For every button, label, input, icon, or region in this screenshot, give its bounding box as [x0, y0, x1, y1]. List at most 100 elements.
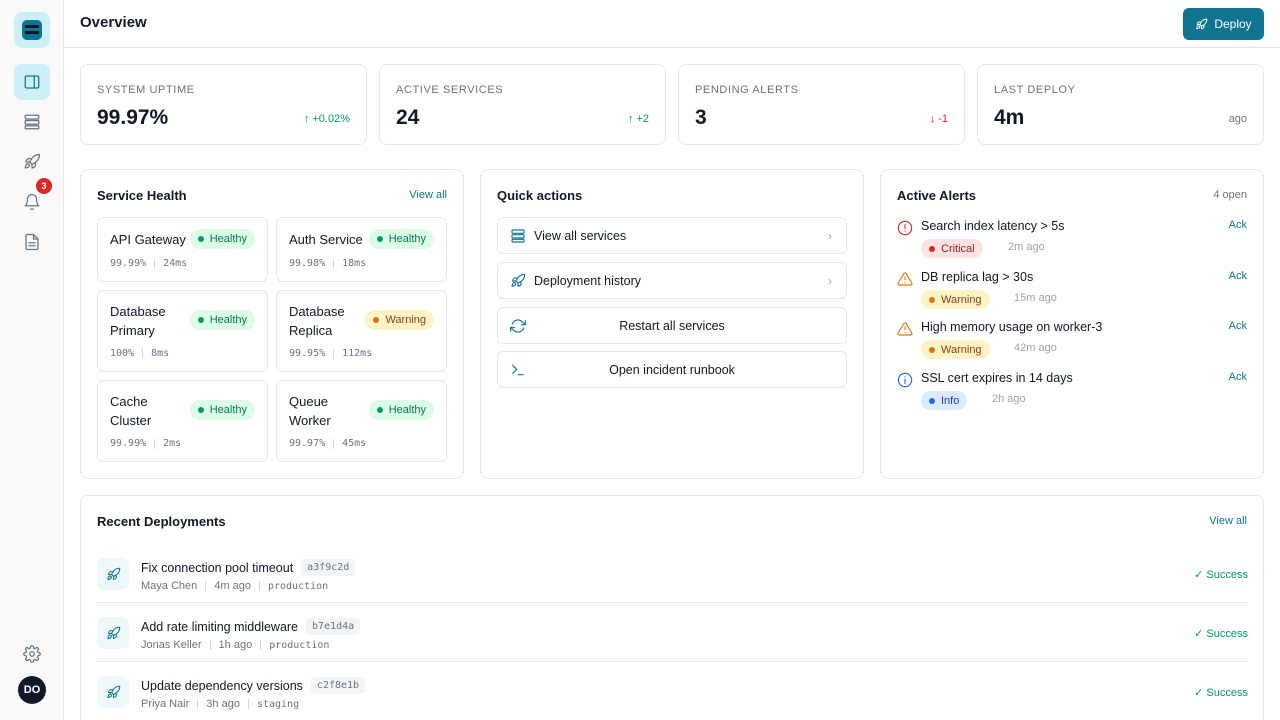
- nav-docs[interactable]: [14, 224, 50, 260]
- service-metrics: 99.97% 45ms: [289, 438, 367, 449]
- alert-item: DB replica lag > 30s Warning 15m ago Ack: [897, 270, 1247, 314]
- ack-button[interactable]: Ack: [1229, 219, 1247, 231]
- stat-delta: ↑ +0.02%: [303, 113, 350, 125]
- sidebar: 3 DO: [0, 0, 64, 720]
- ack-button[interactable]: Ack: [1229, 371, 1247, 383]
- deployment-title: Update dependency versions c2f8e1b: [141, 677, 366, 694]
- alert-title: SSL cert expires in 14 days: [921, 371, 1073, 385]
- deploy-button-label: Deploy: [1214, 17, 1252, 31]
- rocket-icon: [106, 685, 120, 698]
- notification-badge: 3: [36, 178, 52, 194]
- alert-time: 2h ago: [992, 393, 1026, 405]
- commit-hash: b7e1d4a: [306, 618, 361, 635]
- deployment-row[interactable]: Update dependency versions c2f8e1b Priya …: [97, 662, 1248, 720]
- severity-badge: Critical: [921, 239, 983, 258]
- rocket-icon: [511, 273, 526, 287]
- ack-button[interactable]: Ack: [1229, 270, 1247, 282]
- action-label: Open incident runbook: [609, 362, 735, 377]
- stat-delta: ago: [1228, 113, 1247, 125]
- alert-time: 2m ago: [1008, 241, 1045, 253]
- rocket-icon: [106, 626, 120, 639]
- alert-title: High memory usage on worker-3: [921, 320, 1103, 334]
- bell-icon: [24, 193, 40, 211]
- stat-delta: ↓ -1: [929, 113, 948, 125]
- panel-title: Service Health: [97, 188, 187, 203]
- service-tile[interactable]: Database Replica Warning 99.95% 112ms: [276, 290, 447, 372]
- open-incident-runbook-button[interactable]: Open incident runbook: [497, 351, 847, 388]
- server-icon: [24, 114, 40, 130]
- service-health-panel: Service Health View all API Gateway Heal…: [80, 169, 464, 479]
- server-icon: [511, 228, 525, 243]
- active-alerts-panel: Active Alerts 4 open Search index latenc…: [880, 169, 1264, 479]
- alert-circle-icon: [897, 220, 913, 236]
- service-tile[interactable]: API Gateway Healthy 99.99% 24ms: [97, 217, 268, 282]
- avatar[interactable]: DO: [18, 676, 46, 704]
- stat-label: SYSTEM UPTIME: [97, 84, 195, 96]
- action-label: View all services: [534, 228, 627, 243]
- check-icon: ✓: [1194, 569, 1207, 581]
- alert-count: 4 open: [1213, 189, 1247, 201]
- action-label: Deployment history: [534, 273, 641, 288]
- service-name: Cache Cluster: [110, 394, 152, 428]
- alert-time: 15m ago: [1014, 292, 1057, 304]
- status-badge: Healthy: [368, 229, 434, 249]
- severity-badge: Info: [921, 391, 968, 410]
- deployment-row[interactable]: Fix connection pool timeout a3f9c2d Maya …: [97, 544, 1248, 603]
- nav-alerts[interactable]: 3: [14, 178, 52, 220]
- stat-value: 99.97%: [97, 106, 169, 129]
- app-logo[interactable]: [14, 12, 50, 48]
- stat-value: 3: [695, 106, 707, 129]
- deployment-icon: [97, 676, 129, 708]
- panel-title: Quick actions: [497, 188, 583, 203]
- warning-triangle-icon: [897, 272, 913, 286]
- nav-overview[interactable]: [14, 64, 50, 100]
- deployment-meta: Jonas Keller 1h ago production: [141, 639, 330, 651]
- nav-deployments[interactable]: [14, 144, 50, 180]
- rocket-icon: [106, 567, 120, 580]
- panel-title: Active Alerts: [897, 188, 976, 203]
- ack-button[interactable]: Ack: [1229, 320, 1247, 332]
- warning-triangle-icon: [897, 322, 913, 336]
- arrow-down-icon: ↓: [929, 113, 939, 125]
- stat-card-alerts: PENDING ALERTS 3 ↓ -1: [678, 64, 965, 145]
- quick-actions-panel: Quick actions View all services › Deploy…: [480, 169, 864, 479]
- panel-title: Recent Deployments: [97, 514, 226, 529]
- nav-settings[interactable]: [14, 636, 50, 672]
- deployment-title: Add rate limiting middleware b7e1d4a: [141, 618, 361, 635]
- view-all-services-button[interactable]: View all services ›: [497, 217, 847, 254]
- deploy-button[interactable]: Deploy: [1183, 8, 1264, 40]
- stat-card-last-deploy: LAST DEPLOY 4m ago: [977, 64, 1264, 145]
- service-tile[interactable]: Database Primary Healthy 100% 8ms: [97, 290, 268, 372]
- service-tile[interactable]: Cache Cluster Healthy 99.99% 2ms: [97, 380, 268, 462]
- alert-item: High memory usage on worker-3 Warning 42…: [897, 320, 1247, 364]
- action-label: Restart all services: [619, 318, 725, 333]
- service-metrics: 99.99% 2ms: [110, 438, 182, 449]
- view-all-deployments-link[interactable]: View all: [1209, 515, 1247, 527]
- service-metrics: 99.99% 24ms: [110, 258, 188, 269]
- status-badge: Healthy: [189, 400, 255, 420]
- service-tile[interactable]: Auth Service Healthy 99.98% 18ms: [276, 217, 447, 282]
- document-icon: [25, 233, 39, 251]
- view-all-services-link[interactable]: View all: [409, 189, 447, 201]
- check-icon: ✓: [1194, 628, 1207, 640]
- nav-services[interactable]: [14, 104, 50, 140]
- stat-delta: ↑ +2: [627, 113, 649, 125]
- rocket-icon: [24, 153, 41, 169]
- deployment-status: ✓ Success: [1194, 569, 1248, 581]
- deployment-status: ✓ Success: [1194, 628, 1248, 640]
- service-name: Database Replica: [289, 304, 345, 338]
- deployment-status: ✓ Success: [1194, 687, 1248, 699]
- stat-card-uptime: SYSTEM UPTIME 99.97% ↑ +0.02%: [80, 64, 367, 145]
- deployment-title: Fix connection pool timeout a3f9c2d: [141, 559, 356, 576]
- logo-icon: [22, 20, 42, 40]
- alert-item: Search index latency > 5s Critical 2m ag…: [897, 219, 1247, 263]
- service-tile[interactable]: Queue Worker Healthy 99.97% 45ms: [276, 380, 447, 462]
- restart-all-services-button[interactable]: Restart all services: [497, 307, 847, 344]
- deployment-meta: Maya Chen 4m ago production: [141, 580, 329, 592]
- deployment-history-button[interactable]: Deployment history ›: [497, 262, 847, 299]
- status-badge: Warning: [365, 310, 434, 330]
- chevron-right-icon: ›: [828, 273, 832, 288]
- severity-badge: Warning: [921, 290, 990, 309]
- deployment-row[interactable]: Add rate limiting middleware b7e1d4a Jona…: [97, 603, 1248, 662]
- chevron-right-icon: ›: [828, 228, 832, 243]
